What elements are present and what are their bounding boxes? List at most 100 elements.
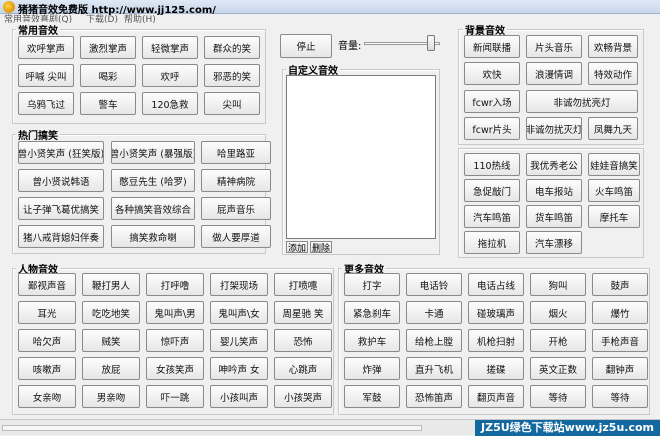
common-sound-button-7[interactable]: 欢呼 (142, 64, 198, 87)
vehicle-sound-button-3[interactable]: 娃娃音搞笑 (588, 153, 640, 176)
more-sound-button-18[interactable]: 搓碟 (468, 357, 524, 380)
people-sound-button-14[interactable]: 婴儿笑声 (210, 329, 268, 352)
people-sound-button-3[interactable]: 打呼噜 (146, 273, 204, 296)
more-sound-button-3[interactable]: 电话占线 (468, 273, 524, 296)
more-sound-button-20[interactable]: 翻钟声 (592, 357, 648, 380)
funny-sound-button-12[interactable]: 做人要厚道 (201, 225, 271, 248)
people-sound-button-2[interactable]: 鞭打男人 (82, 273, 140, 296)
people-sound-button-11[interactable]: 哈欠声 (18, 329, 76, 352)
background-sound-button-8[interactable]: 非诚勿扰亮灯 (526, 90, 638, 113)
more-sound-button-2[interactable]: 电话铃 (406, 273, 462, 296)
vehicle-sound-button-8[interactable]: 货车鸣笛 (526, 205, 582, 228)
people-sound-button-8[interactable]: 鬼叫声\男 (146, 301, 204, 324)
people-sound-button-15[interactable]: 恐怖 (274, 329, 332, 352)
more-sound-button-8[interactable]: 碰玻璃声 (468, 301, 524, 324)
funny-sound-button-9[interactable]: 屁声音乐 (201, 197, 271, 220)
background-sound-button-6[interactable]: 特效动作 (588, 62, 638, 85)
more-sound-button-19[interactable]: 英文正数 (530, 357, 586, 380)
background-sound-button-1[interactable]: 新闻联播 (464, 35, 520, 58)
background-sound-button-7[interactable]: fcwr入场 (464, 90, 520, 113)
horizontal-scrollbar[interactable] (2, 425, 422, 431)
people-sound-button-18[interactable]: 女孩笑声 (146, 357, 204, 380)
people-sound-button-21[interactable]: 女亲吻 (18, 385, 76, 408)
more-sound-button-7[interactable]: 卡通 (406, 301, 462, 324)
people-sound-button-6[interactable]: 耳光 (18, 301, 76, 324)
people-sound-button-10[interactable]: 周星驰 笑 (274, 301, 332, 324)
people-sound-button-13[interactable]: 惊吓声 (146, 329, 204, 352)
more-sound-button-14[interactable]: 开枪 (530, 329, 586, 352)
vehicle-sound-button-2[interactable]: 我优秀老公 (526, 153, 582, 176)
people-sound-button-9[interactable]: 鬼叫声\女 (210, 301, 268, 324)
more-sound-button-11[interactable]: 救护车 (344, 329, 400, 352)
funny-sound-button-3[interactable]: 哈里路亚 (201, 141, 271, 164)
more-sound-button-24[interactable]: 等待 (530, 385, 586, 408)
background-sound-button-3[interactable]: 欢畅背景 (588, 35, 638, 58)
background-sound-button-10[interactable]: 非诚勿扰灭灯 (526, 117, 582, 140)
more-sound-button-9[interactable]: 烟火 (530, 301, 586, 324)
common-sound-button-12[interactable]: 尖叫 (204, 92, 260, 115)
delete-custom-button[interactable]: 删除 (310, 241, 332, 254)
common-sound-button-6[interactable]: 喝彩 (80, 64, 136, 87)
more-sound-button-10[interactable]: 爆竹 (592, 301, 648, 324)
funny-sound-button-7[interactable]: 让子弹飞葛优搞笑 (18, 197, 104, 220)
funny-sound-button-6[interactable]: 精神病院 (201, 169, 271, 192)
common-sound-button-8[interactable]: 邪恶的笑 (204, 64, 260, 87)
vehicle-sound-button-5[interactable]: 电车报站 (526, 179, 582, 202)
common-sound-button-1[interactable]: 欢呼掌声 (18, 36, 74, 59)
common-sound-button-11[interactable]: 120急救 (142, 92, 198, 115)
people-sound-button-19[interactable]: 呻吟声 女 (210, 357, 268, 380)
more-sound-button-5[interactable]: 鼓声 (592, 273, 648, 296)
background-sound-button-2[interactable]: 片头音乐 (526, 35, 582, 58)
people-sound-button-12[interactable]: 贼笑 (82, 329, 140, 352)
people-sound-button-24[interactable]: 小孩叫声 (210, 385, 268, 408)
more-sound-button-17[interactable]: 直升飞机 (406, 357, 462, 380)
people-sound-button-1[interactable]: 鄙视声音 (18, 273, 76, 296)
people-sound-button-23[interactable]: 吓一跳 (146, 385, 204, 408)
menu-item-download[interactable]: 下载(D) (86, 14, 118, 24)
people-sound-button-17[interactable]: 放屁 (82, 357, 140, 380)
vehicle-sound-button-1[interactable]: 110热线 (464, 153, 520, 176)
vehicle-sound-button-9[interactable]: 摩托车 (588, 205, 640, 228)
more-sound-button-1[interactable]: 打字 (344, 273, 400, 296)
people-sound-button-20[interactable]: 心跳声 (274, 357, 332, 380)
people-sound-button-22[interactable]: 男亲吻 (82, 385, 140, 408)
people-sound-button-4[interactable]: 打架现场 (210, 273, 268, 296)
more-sound-button-6[interactable]: 紧急刹车 (344, 301, 400, 324)
more-sound-button-25[interactable]: 等待 (592, 385, 648, 408)
custom-sounds-list[interactable] (286, 75, 436, 239)
add-custom-button[interactable]: 添加 (286, 241, 308, 254)
people-sound-button-16[interactable]: 咳嗽声 (18, 357, 76, 380)
common-sound-button-10[interactable]: 警车 (80, 92, 136, 115)
more-sound-button-23[interactable]: 翻页声音 (468, 385, 524, 408)
more-sound-button-12[interactable]: 给枪上膛 (406, 329, 462, 352)
funny-sound-button-4[interactable]: 曾小贤说韩语 (18, 169, 104, 192)
vehicle-sound-button-10[interactable]: 拖拉机 (464, 231, 520, 254)
funny-sound-button-5[interactable]: 憨豆先生 (哈罗) (111, 169, 195, 192)
funny-sound-button-10[interactable]: 猪八戒背媳妇伴奏 (18, 225, 104, 248)
funny-sound-button-8[interactable]: 各种搞笑音效综合 (111, 197, 195, 220)
stop-button[interactable]: 停止 (280, 34, 332, 58)
background-sound-button-5[interactable]: 浪漫情调 (526, 62, 582, 85)
more-sound-button-16[interactable]: 炸弹 (344, 357, 400, 380)
more-sound-button-15[interactable]: 手枪声音 (592, 329, 648, 352)
vehicle-sound-button-6[interactable]: 火车鸣笛 (588, 179, 640, 202)
people-sound-button-25[interactable]: 小孩哭声 (274, 385, 332, 408)
menu-item-help[interactable]: 帮助(H) (124, 14, 156, 24)
more-sound-button-4[interactable]: 狗叫 (530, 273, 586, 296)
common-sound-button-2[interactable]: 激烈掌声 (80, 36, 136, 59)
people-sound-button-5[interactable]: 打喷嚏 (274, 273, 332, 296)
background-sound-button-11[interactable]: 凤舞九天 (588, 117, 638, 140)
more-sound-button-21[interactable]: 军鼓 (344, 385, 400, 408)
background-sound-button-4[interactable]: 欢快 (464, 62, 520, 85)
vehicle-sound-button-7[interactable]: 汽车鸣笛 (464, 205, 520, 228)
funny-sound-button-1[interactable]: 曾小贤笑声 (狂笑版) (18, 141, 104, 164)
volume-slider-thumb[interactable] (426, 35, 435, 51)
more-sound-button-13[interactable]: 机枪扫射 (468, 329, 524, 352)
funny-sound-button-2[interactable]: 曾小贤笑声 (暴强版) (111, 141, 195, 164)
common-sound-button-4[interactable]: 群众的笑 (204, 36, 260, 59)
vehicle-sound-button-11[interactable]: 汽车漂移 (526, 231, 582, 254)
background-sound-button-9[interactable]: fcwr片头 (464, 117, 520, 140)
vehicle-sound-button-4[interactable]: 急促敲门 (464, 179, 520, 202)
common-sound-button-3[interactable]: 轻微掌声 (142, 36, 198, 59)
funny-sound-button-11[interactable]: 搞笑救命喇 (111, 225, 195, 248)
